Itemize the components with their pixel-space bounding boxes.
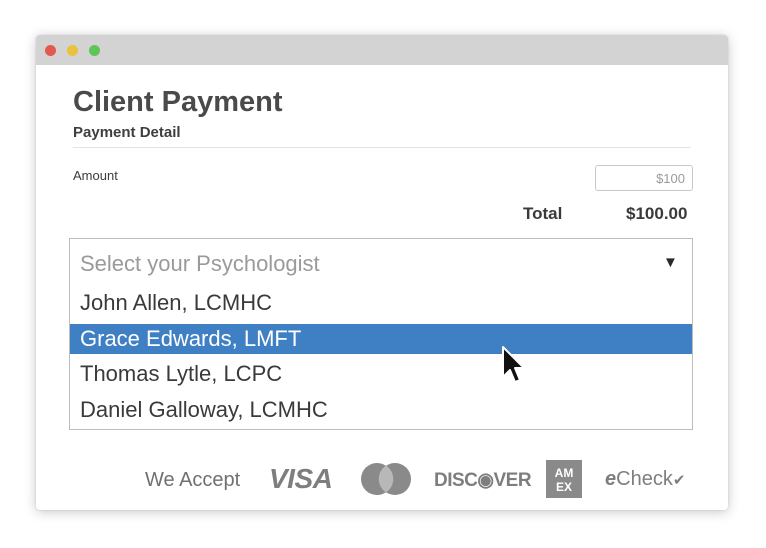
echeck-icon: eCheck✔ (605, 468, 685, 491)
total-value: $100.00 (626, 204, 688, 223)
maximize-window-button[interactable] (89, 45, 100, 56)
page-title: Client Payment (73, 86, 283, 118)
window-titlebar (36, 35, 728, 65)
header-divider (73, 147, 691, 148)
svg-text:AM: AM (555, 466, 574, 480)
section-subtitle: Payment Detail (73, 124, 181, 141)
mastercard-icon (361, 463, 411, 495)
psychologist-select[interactable]: Select your Psychologist ▼ (69, 238, 693, 286)
option-daniel-galloway[interactable]: Daniel Galloway, LCMHC (70, 395, 692, 425)
we-accept-label: We Accept (145, 469, 241, 491)
select-placeholder: Select your Psychologist (80, 251, 320, 276)
discover-icon: DISC◉VER (434, 470, 532, 491)
svg-text:EX: EX (556, 480, 572, 494)
amount-input[interactable] (595, 165, 693, 191)
mouse-pointer-icon (502, 346, 525, 383)
checkmark-icon: ✔ (672, 472, 686, 489)
dropdown-arrow-icon[interactable]: ▼ (663, 254, 678, 271)
psychologist-dropdown-list: John Allen, LCMHC Grace Edwards, LMFT Th… (69, 285, 693, 430)
echeck-text: Check (616, 468, 673, 490)
browser-window: Client Payment Payment Detail Amount Tot… (36, 35, 728, 510)
close-window-button[interactable] (45, 45, 56, 56)
amount-label: Amount (73, 168, 118, 183)
visa-icon: VISA (269, 463, 333, 494)
minimize-window-button[interactable] (67, 45, 78, 56)
option-grace-edwards[interactable]: Grace Edwards, LMFT (70, 324, 692, 354)
option-thomas-lytle[interactable]: Thomas Lytle, LCPC (70, 359, 692, 389)
option-john-allen[interactable]: John Allen, LCMHC (70, 288, 692, 318)
total-label: Total (523, 204, 563, 223)
echeck-e: e (605, 468, 617, 490)
amex-icon: AM EX (546, 460, 582, 498)
